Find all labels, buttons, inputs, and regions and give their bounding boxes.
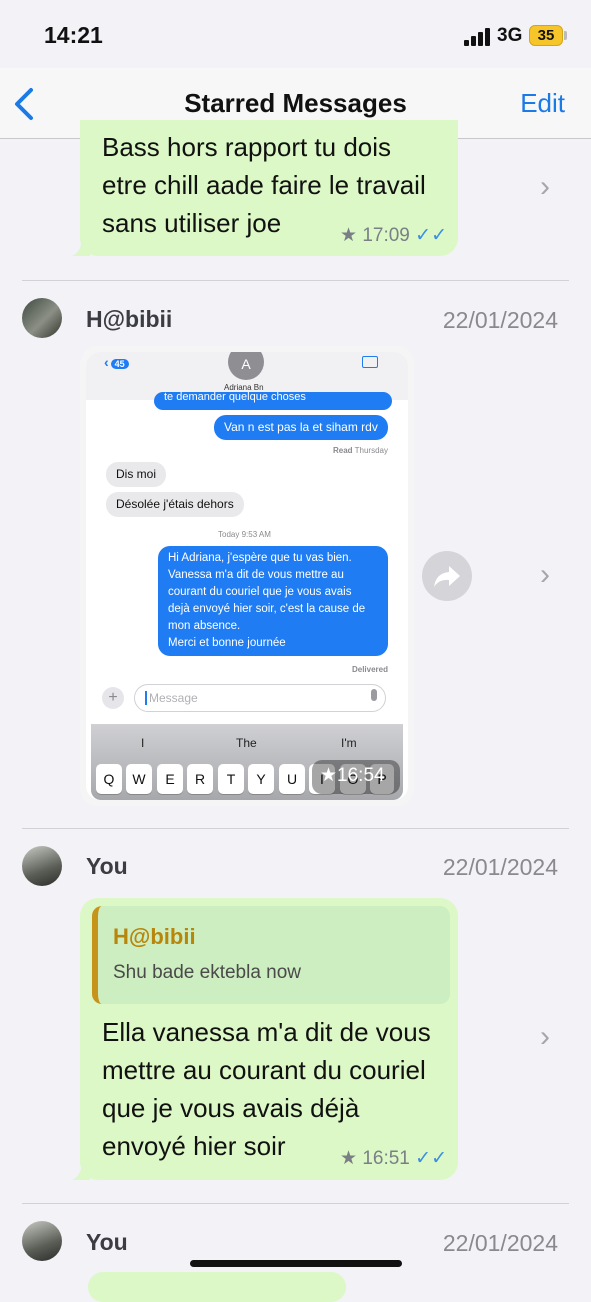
- keyboard-key: W: [126, 764, 152, 794]
- screenshot-input-placeholder: Message: [145, 691, 198, 705]
- read-day: Thursday: [354, 446, 388, 455]
- screenshot-long-bubble: Hi Adriana, j'espère que tu vas bien. Va…: [158, 546, 388, 656]
- read-label: Read: [333, 446, 353, 455]
- page-title: Starred Messages: [184, 88, 407, 118]
- screenshot-sent-bubble: Van n est pas la et siham rdv: [214, 415, 388, 440]
- cell-signal-icon: [464, 28, 490, 46]
- unread-badge: 45: [110, 359, 129, 369]
- keyboard-key: U: [279, 764, 305, 794]
- message-time: 16:54: [337, 765, 385, 786]
- read-receipt-icon: ✓✓: [415, 1148, 447, 1169]
- sender-name: You: [86, 853, 128, 879]
- message-text: Ella vanessa m'a dit de vous mettre au c…: [102, 1013, 431, 1165]
- battery-level: 35: [537, 27, 555, 44]
- suggestion-bar: I The I'm: [91, 732, 403, 754]
- forward-icon: [434, 566, 460, 587]
- screenshot-plus-icon: +: [102, 687, 124, 709]
- screenshot-avatar-initial: A: [241, 356, 251, 372]
- star-icon: ★: [340, 1148, 358, 1169]
- screenshot-line: courant du couriel que je vous avais: [168, 586, 352, 598]
- bubble-tail: [72, 1160, 90, 1180]
- screenshot-line: Merci et bonne journée: [168, 637, 286, 649]
- star-icon: ★: [320, 765, 338, 786]
- avatar: [22, 1221, 62, 1261]
- read-receipt-icon: ✓✓: [415, 225, 447, 246]
- divider: [22, 1203, 569, 1204]
- message-line: Bass hors rapport tu dois: [102, 132, 392, 162]
- quote-text: Shu bade ektebla now: [113, 962, 302, 983]
- forward-button[interactable]: [422, 551, 472, 601]
- suggestion: I'm: [341, 736, 357, 750]
- screenshot-back-icon: ‹ 45: [104, 354, 129, 370]
- screenshot-received-bubble: Désolée j'étais dehors: [106, 492, 244, 517]
- chevron-right-icon[interactable]: ›: [540, 558, 550, 592]
- screenshot-contact-name: Adriana Bn: [224, 383, 264, 392]
- home-indicator[interactable]: [190, 1260, 402, 1267]
- message-meta: ★ 17:09 ✓✓: [340, 224, 447, 247]
- keyboard-key: E: [157, 764, 183, 794]
- chevron-right-icon[interactable]: ›: [540, 170, 550, 204]
- message-line: etre chill aade faire le travail: [102, 170, 426, 200]
- bubble-tail: [72, 236, 90, 256]
- keyboard-key: Q: [96, 764, 122, 794]
- message-line: mettre au courant du couriel: [102, 1055, 426, 1085]
- status-time: 14:21: [44, 22, 103, 48]
- message-time: 17:09: [362, 225, 410, 246]
- keyboard-key: Y: [248, 764, 274, 794]
- sender-name: H@bibii: [86, 306, 173, 332]
- battery-icon: 35: [529, 25, 563, 46]
- screenshot-cut-text: te demander quelque choses: [164, 392, 306, 403]
- keyboard-key: T: [218, 764, 244, 794]
- battery-nub: [564, 31, 567, 40]
- quote-sender: H@bibii: [113, 924, 196, 949]
- suggestion: I: [141, 736, 145, 750]
- edit-button[interactable]: Edit: [520, 88, 565, 119]
- divider: [22, 280, 569, 281]
- message-date: 22/01/2024: [442, 854, 558, 880]
- message-line: que je vous avais déjà: [102, 1093, 360, 1123]
- screenshot-received-bubble: Dis moi: [106, 462, 167, 487]
- screenshot-line: Hi Adriana, j'espère que tu vas bien.: [168, 552, 352, 564]
- avatar: [22, 298, 62, 338]
- divider: [22, 828, 569, 829]
- screenshot-input: Message: [134, 684, 386, 712]
- screenshot-delivered: Delivered: [351, 665, 388, 674]
- screenshot-line: mon absence.: [168, 620, 241, 632]
- network-type: 3G: [497, 25, 523, 46]
- star-icon: ★: [340, 225, 358, 246]
- message-time: 16:51: [362, 1148, 410, 1169]
- mic-icon: [371, 689, 377, 701]
- image-meta: ★16:54: [320, 764, 385, 787]
- message-date: 22/01/2024: [442, 307, 558, 333]
- message-line: Ella vanessa m'a dit de vous: [102, 1017, 431, 1047]
- suggestion: The: [236, 736, 257, 750]
- message-date: 22/01/2024: [442, 1230, 558, 1256]
- avatar: [22, 846, 62, 886]
- image-attachment[interactable]: ‹ 45 A Adriana Bn te demander quelque cho…: [86, 352, 408, 800]
- screenshot-read-status: Read Thursday: [333, 446, 388, 455]
- quoted-message[interactable]: [92, 906, 450, 1004]
- video-call-icon: [362, 356, 378, 368]
- message-meta: ★ 16:51 ✓✓: [340, 1147, 447, 1170]
- chevron-right-icon[interactable]: ›: [540, 1020, 550, 1054]
- screenshot-line: Vanessa m'a dit de vous mettre au: [168, 569, 344, 581]
- keyboard-key: R: [187, 764, 213, 794]
- screenshot-cut-bubble: te demander quelque choses: [154, 392, 392, 410]
- screenshot-today-label: Today 9:53 AM: [218, 530, 271, 539]
- screenshot-line: dejà envoyé hier soir, c'est la cause de: [168, 603, 366, 615]
- sender-name: You: [86, 1229, 128, 1255]
- message-bubble[interactable]: [88, 1272, 346, 1302]
